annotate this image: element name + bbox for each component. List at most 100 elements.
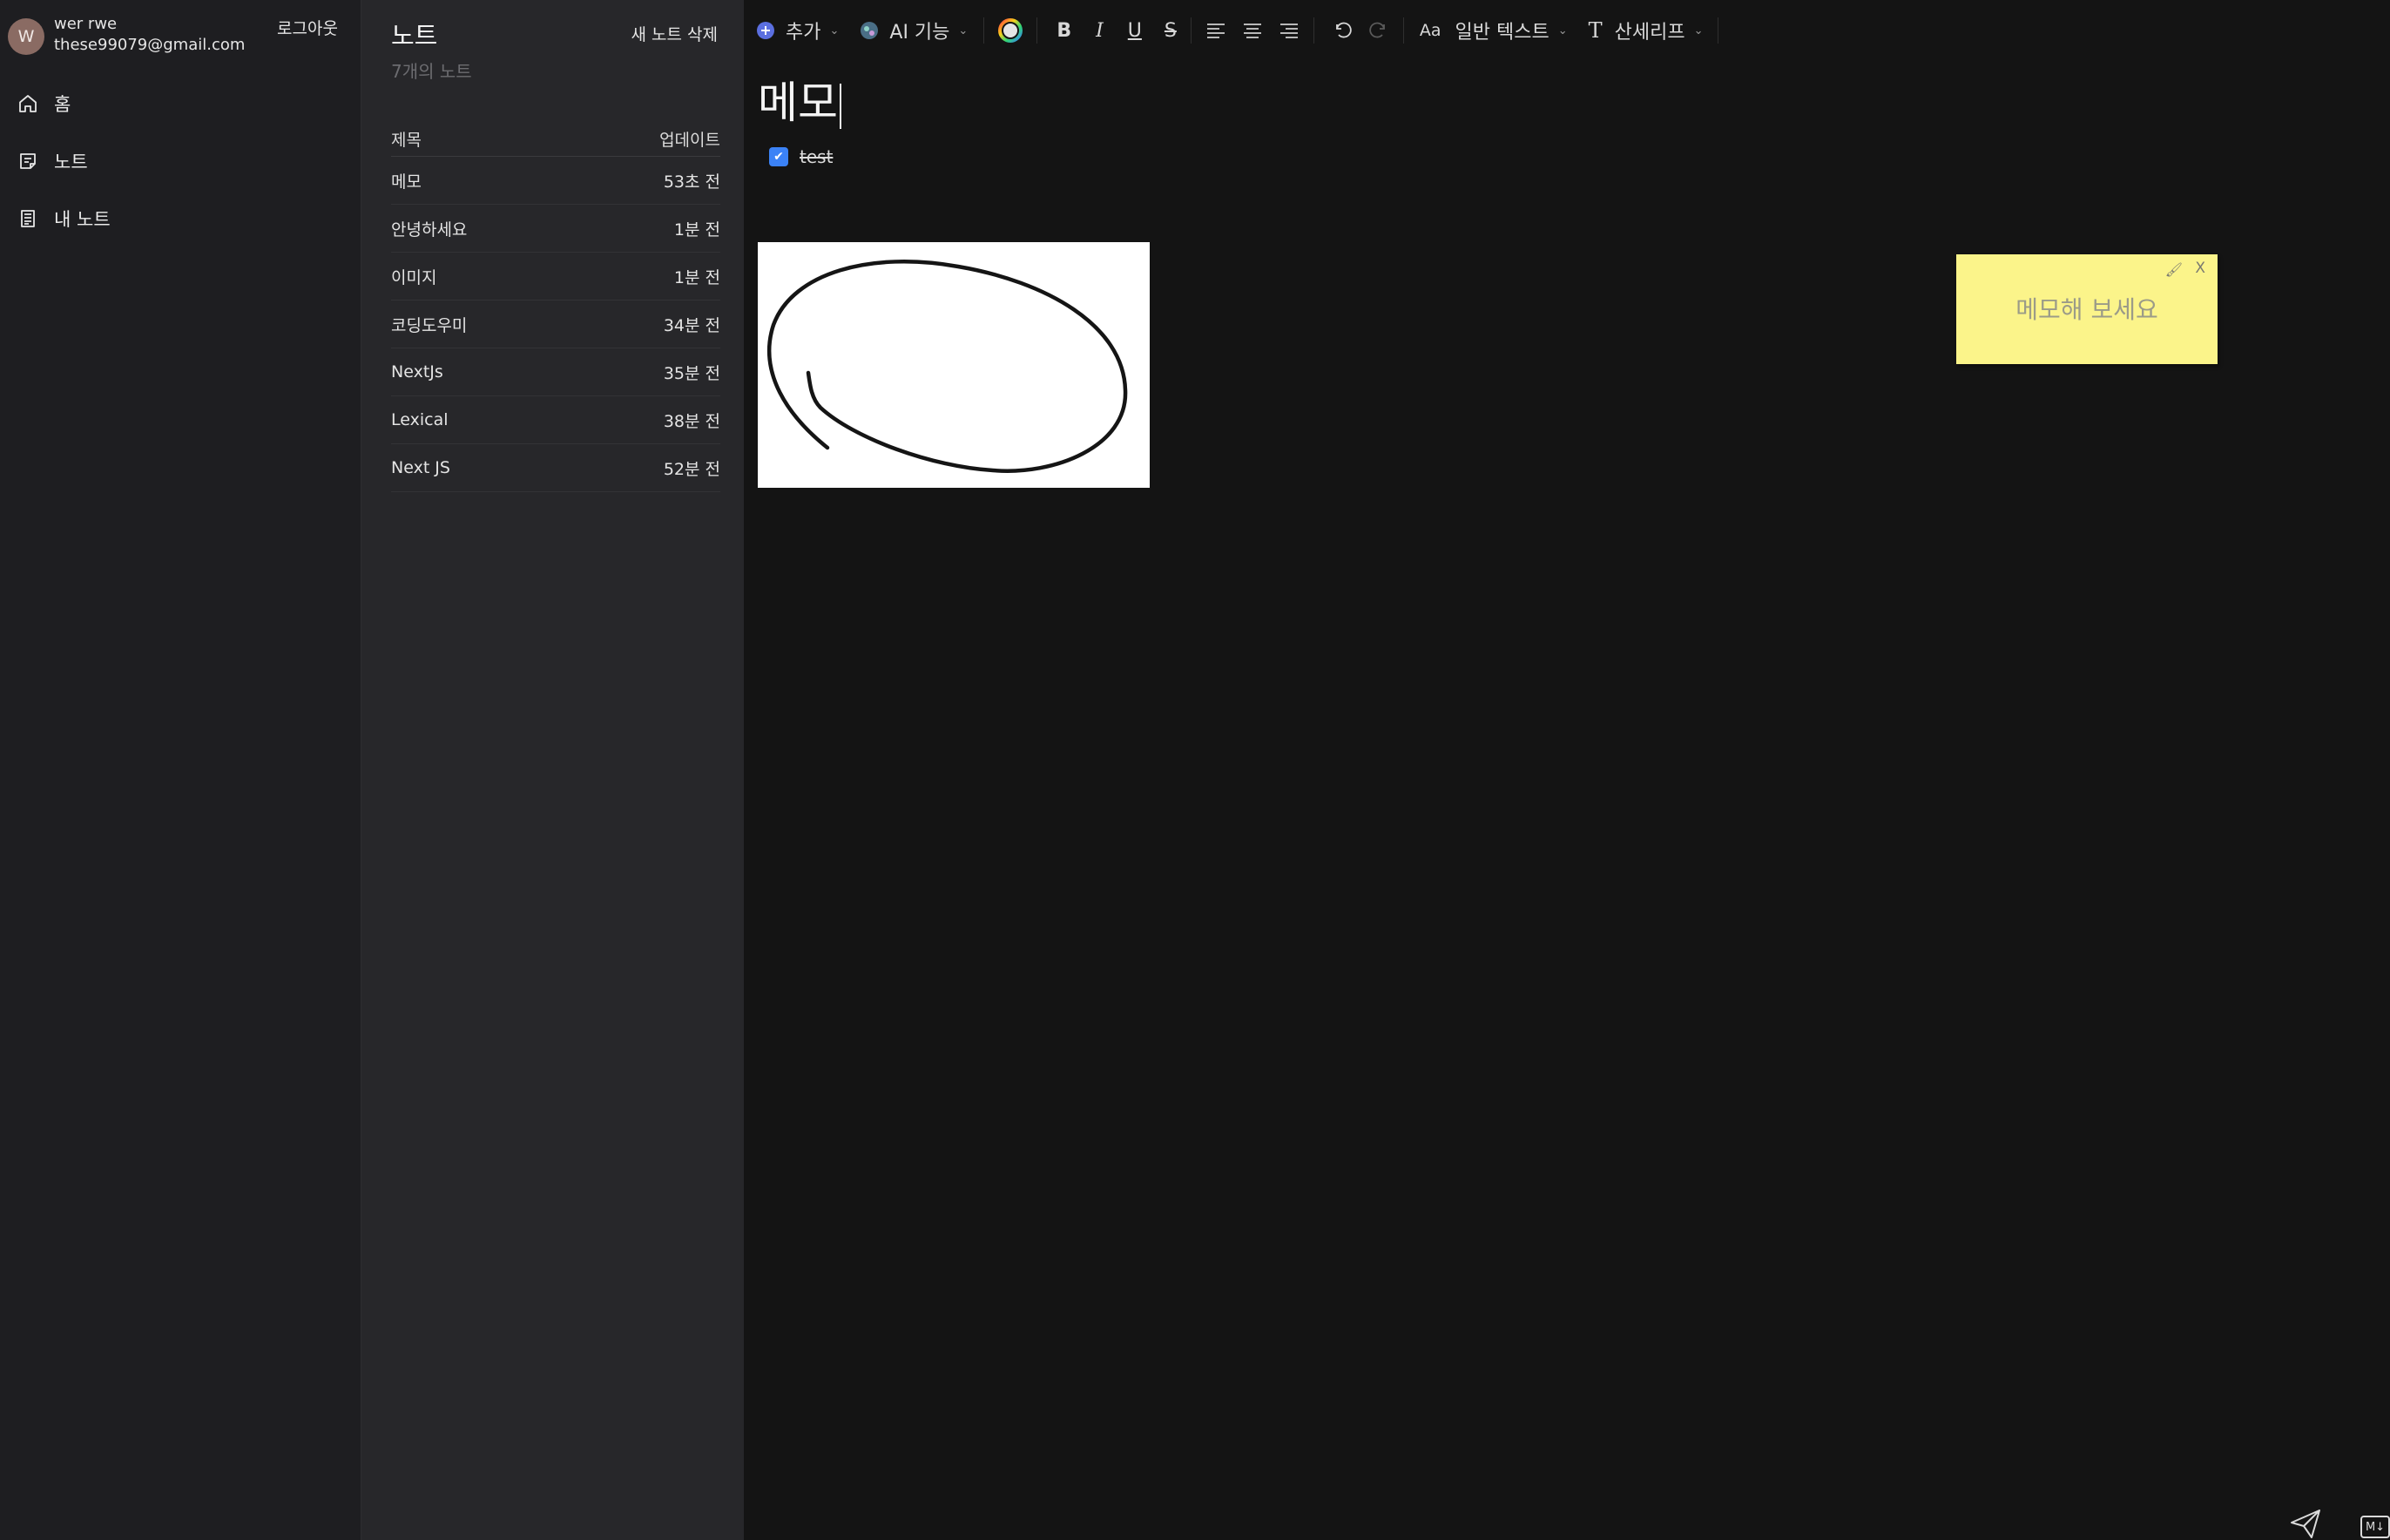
font-icon: T — [1588, 18, 1603, 43]
user-email: these99079@gmail.com — [54, 36, 246, 54]
note-updated: 53초 전 — [663, 172, 720, 192]
toolbar-divider — [1402, 17, 1404, 44]
sidebar-item-notes[interactable]: 노트 — [17, 144, 88, 179]
my-notes-icon — [21, 210, 35, 227]
note-title: 안녕하세요 — [391, 220, 468, 240]
drawing-canvas[interactable] — [758, 242, 1150, 488]
note-updated: 34분 전 — [663, 315, 720, 335]
sidebar-item-label: 노트 — [54, 152, 88, 172]
sidebar-item-label: 내 노트 — [54, 209, 111, 230]
sidebar: W wer rwe these99079@gmail.com 로그아웃 홈 노트… — [0, 0, 361, 1540]
note-updated: 35분 전 — [663, 363, 720, 383]
sidebar-item-my-notes[interactable]: 내 노트 — [17, 201, 111, 236]
toolbar-divider — [1313, 17, 1314, 44]
list-item[interactable]: 안녕하세요 1분 전 — [391, 205, 720, 253]
block-type-select[interactable]: 일반 텍스트 ⌄ — [1455, 17, 1568, 44]
note-title: NextJs — [391, 362, 443, 382]
align-center-icon — [1243, 24, 1261, 38]
new-note-button[interactable]: 새 노트 — [631, 25, 682, 44]
ai-features-button[interactable]: AI 기능 ⌄ — [860, 17, 968, 44]
list-item[interactable]: 이미지 1분 전 — [391, 253, 720, 301]
note-icon — [20, 153, 36, 169]
sidebar-item-label: 홈 — [54, 94, 71, 115]
align-right-icon — [1279, 24, 1298, 38]
notes-list-panel: 노트 7개의 노트 새 노트 삭제 제목 업데이트 메모 53초 전 안녕하세요… — [361, 0, 744, 1540]
logout-button[interactable]: 로그아웃 — [277, 16, 338, 39]
note-updated: 38분 전 — [663, 411, 720, 431]
add-button[interactable]: 추가 ⌄ — [756, 17, 839, 44]
sticky-note[interactable]: 🖌 X 메모해 보세요 — [1956, 254, 2218, 364]
note-title-heading[interactable]: 메모 — [758, 68, 841, 131]
user-name: wer rwe — [54, 15, 118, 33]
chevron-down-icon: ⌄ — [829, 24, 840, 37]
sidebar-item-home[interactable]: 홈 — [17, 86, 71, 121]
checklist-item-text[interactable]: test — [800, 146, 833, 167]
align-left-icon — [1206, 24, 1225, 38]
font-size-icon: Aa — [1419, 21, 1441, 40]
list-item[interactable]: Lexical 38분 전 — [391, 396, 720, 444]
list-title: 노트 — [391, 21, 438, 51]
undo-button[interactable] — [1332, 20, 1353, 41]
undo-icon — [1335, 22, 1352, 38]
font-family-label: 산세리프 — [1614, 22, 1685, 44]
checklist-item[interactable]: ✔ test — [769, 146, 833, 167]
underline-button[interactable]: U — [1128, 20, 1142, 42]
redo-button[interactable] — [1368, 20, 1389, 41]
note-title: Next JS — [391, 458, 450, 477]
redo-icon — [1369, 22, 1385, 38]
chevron-down-icon: ⌄ — [1693, 24, 1704, 37]
text-color-button[interactable] — [998, 18, 1023, 43]
note-updated: 52분 전 — [663, 459, 720, 479]
bold-button[interactable]: B — [1057, 20, 1071, 42]
toolbar-divider — [983, 17, 985, 44]
note-updated: 1분 전 — [673, 220, 720, 240]
markdown-toggle-icon[interactable]: M↓ — [2360, 1516, 2390, 1538]
list-actions: 새 노트 삭제 — [631, 22, 719, 45]
editor: 추가 ⌄ AI 기능 ⌄ B I U S Aa 일반 텍스트 ⌄ T 산세리프 … — [744, 0, 2390, 1540]
drawing-sketch — [767, 260, 1128, 473]
send-icon[interactable] — [2289, 1507, 2322, 1540]
add-label: 추가 — [786, 22, 821, 44]
avatar[interactable]: W — [8, 18, 44, 55]
list-item[interactable]: NextJs 35분 전 — [391, 348, 720, 396]
plus-circle-icon — [757, 22, 774, 39]
note-updated: 1분 전 — [673, 267, 720, 287]
sticky-note-placeholder[interactable]: 메모해 보세요 — [1956, 291, 2218, 326]
note-count: 7개의 노트 — [391, 61, 472, 82]
text-cursor — [840, 83, 841, 129]
chevron-down-icon: ⌄ — [958, 24, 969, 37]
color-wheel-icon — [998, 18, 1023, 43]
font-size-button[interactable]: Aa — [1420, 21, 1441, 40]
note-list: 메모 53초 전 안녕하세요 1분 전 이미지 1분 전 코딩도우미 34분 전… — [391, 157, 720, 492]
note-title-text: 메모 — [758, 78, 838, 128]
toolbar-divider — [1036, 17, 1038, 44]
strikethrough-button[interactable]: S — [1165, 20, 1177, 42]
close-icon[interactable]: X — [2195, 260, 2205, 277]
home-icon — [19, 95, 37, 112]
font-family-icon-button[interactable]: T — [1589, 18, 1603, 43]
note-title: 이미지 — [391, 267, 437, 287]
ai-icon — [861, 22, 879, 39]
block-type-label: 일반 텍스트 — [1455, 22, 1549, 44]
note-title: 메모 — [391, 172, 422, 192]
align-right-button[interactable] — [1279, 22, 1300, 39]
paint-brush-icon[interactable]: 🖌 — [2165, 261, 2183, 278]
note-title: Lexical — [391, 410, 449, 429]
list-header: 제목 업데이트 — [391, 122, 720, 157]
column-header-updated[interactable]: 업데이트 — [659, 127, 720, 151]
toolbar-divider — [1190, 17, 1192, 44]
chevron-down-icon: ⌄ — [1557, 24, 1568, 37]
align-center-button[interactable] — [1242, 22, 1263, 39]
note-title: 코딩도우미 — [391, 315, 468, 335]
align-left-button[interactable] — [1205, 22, 1226, 39]
delete-note-button[interactable]: 삭제 — [687, 25, 718, 44]
list-item[interactable]: 메모 53초 전 — [391, 157, 720, 205]
ai-label: AI 기능 — [889, 22, 950, 44]
list-item[interactable]: 코딩도우미 34분 전 — [391, 301, 720, 348]
font-family-select[interactable]: 산세리프 ⌄ — [1615, 17, 1704, 44]
column-header-title[interactable]: 제목 — [391, 127, 422, 151]
checkbox-checked[interactable]: ✔ — [769, 147, 788, 166]
toolbar: 추가 ⌄ AI 기능 ⌄ B I U S Aa 일반 텍스트 ⌄ T 산세리프 … — [744, 12, 1718, 49]
list-item[interactable]: Next JS 52분 전 — [391, 444, 720, 492]
italic-button[interactable]: I — [1096, 20, 1104, 42]
